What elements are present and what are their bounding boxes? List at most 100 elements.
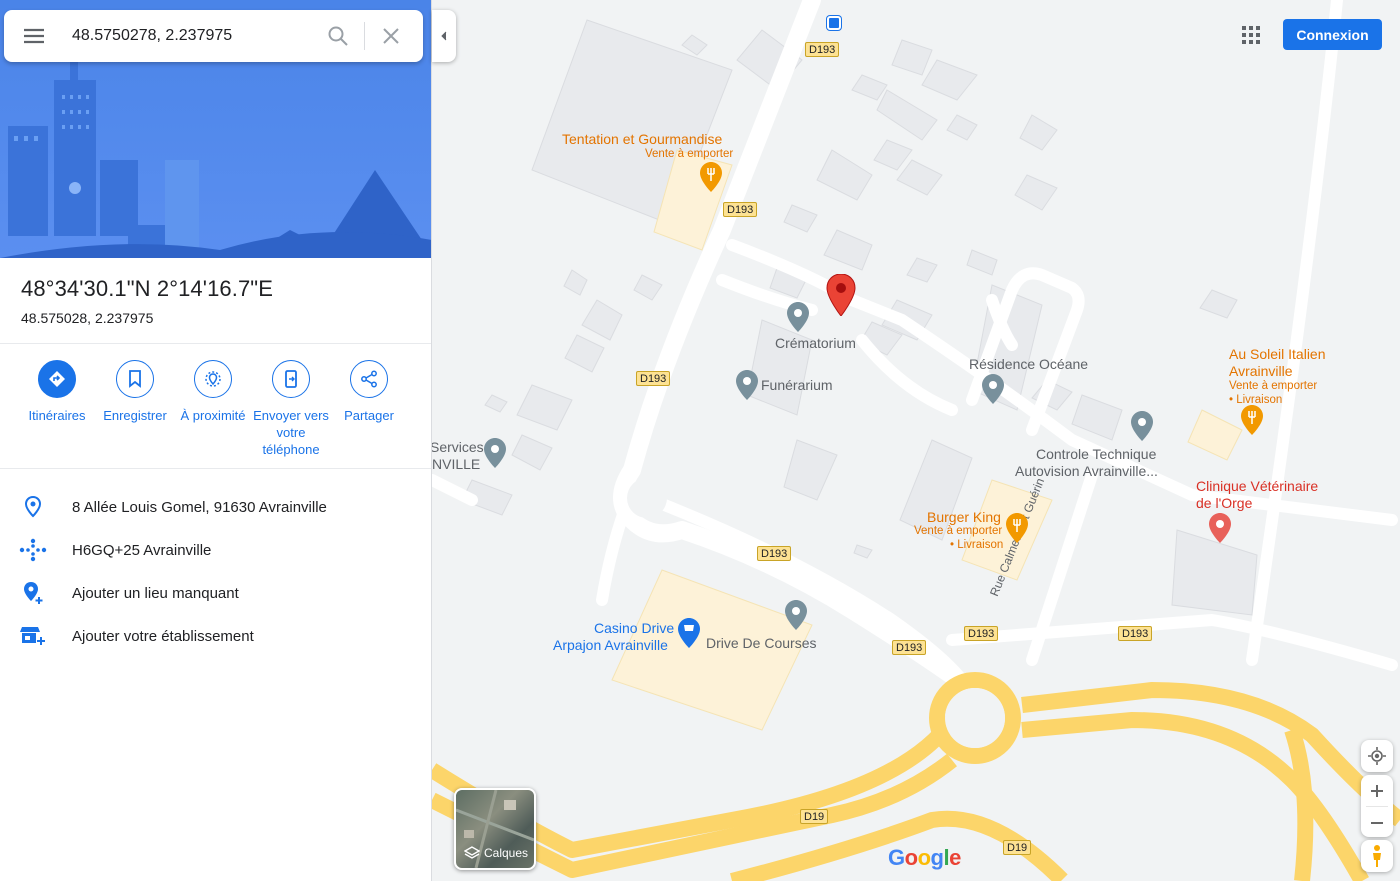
road-shield: D19 bbox=[800, 809, 829, 824]
poi-casino-label-2[interactable]: Arpajon Avrainville bbox=[553, 637, 668, 653]
road-shield: D193 bbox=[805, 42, 840, 57]
chevron-left-icon bbox=[441, 31, 447, 41]
maps-app: D193 D193 D193 D193 D193 D193 D193 D19 D… bbox=[0, 0, 1400, 881]
add-business-text: Ajouter votre établissement bbox=[72, 627, 254, 645]
divider bbox=[0, 343, 431, 344]
plus-code-text: H6GQ+25 Avrainville bbox=[72, 541, 212, 559]
zoom-control bbox=[1361, 775, 1393, 837]
zoom-out-button[interactable] bbox=[1361, 807, 1393, 838]
bus-stop-icon[interactable] bbox=[827, 16, 841, 30]
add-business-icon bbox=[20, 627, 45, 645]
restaurant-pin-icon[interactable] bbox=[1006, 513, 1028, 543]
send-to-phone-label: Envoyer vers votre téléphone bbox=[253, 408, 329, 457]
pegman-icon bbox=[1373, 845, 1381, 867]
poi-pin-icon[interactable] bbox=[787, 302, 809, 332]
plus-icon bbox=[1371, 784, 1383, 797]
shopping-pin-icon[interactable] bbox=[678, 618, 700, 648]
nearby-button[interactable]: À proximité bbox=[174, 360, 252, 458]
collapse-panel-button[interactable] bbox=[432, 10, 456, 62]
search-icon bbox=[328, 26, 348, 46]
poi-soleil-label-2[interactable]: Avrainville bbox=[1229, 363, 1293, 379]
poi-pin-icon[interactable] bbox=[736, 370, 758, 400]
search-button[interactable] bbox=[312, 10, 364, 62]
road-shield: D193 bbox=[892, 640, 927, 655]
apps-grid-icon[interactable] bbox=[1237, 21, 1265, 49]
restaurant-pin-icon[interactable] bbox=[1241, 405, 1263, 435]
road-shield: D193 bbox=[636, 371, 671, 386]
add-missing-place-row[interactable]: Ajouter un lieu manquant bbox=[0, 573, 431, 613]
layers-label: Calques bbox=[484, 846, 529, 860]
poi-services-label-2[interactable]: NVILLE bbox=[432, 456, 480, 472]
road-shield: D193 bbox=[757, 546, 792, 561]
menu-button[interactable] bbox=[4, 10, 64, 62]
add-location-icon bbox=[24, 582, 43, 604]
road-shield: D19 bbox=[1003, 840, 1032, 855]
layers-icon bbox=[464, 846, 480, 859]
poi-pin-icon[interactable] bbox=[1131, 411, 1153, 441]
poi-clinique-label-2[interactable]: de l'Orge bbox=[1196, 495, 1252, 511]
poi-casino-label[interactable]: Casino Drive bbox=[594, 620, 674, 636]
poi-burger-sub: Vente à emporter bbox=[914, 525, 1003, 537]
nearby-label: À proximité bbox=[180, 408, 246, 423]
google-logo: Google bbox=[888, 845, 961, 870]
add-business-row[interactable]: Ajouter votre établissement bbox=[0, 616, 431, 656]
poi-clinique-label[interactable]: Clinique Vétérinaire bbox=[1196, 478, 1318, 494]
close-icon bbox=[383, 28, 399, 44]
poi-residence-label[interactable]: Résidence Océane bbox=[969, 356, 1088, 372]
poi-soleil-sub: Vente à emporter bbox=[1229, 380, 1318, 392]
poi-crematorium-label[interactable]: Crématorium bbox=[775, 335, 856, 351]
minus-icon bbox=[1371, 821, 1383, 824]
poi-soleil-label[interactable]: Au Soleil Italien bbox=[1229, 346, 1326, 362]
poi-controle-label[interactable]: Controle Technique bbox=[1036, 446, 1156, 462]
poi-burger-sub-2: • Livraison bbox=[950, 539, 1004, 551]
poi-pin-icon[interactable] bbox=[785, 600, 807, 630]
share-icon bbox=[350, 360, 388, 398]
nearby-icon bbox=[194, 360, 232, 398]
address-text: 8 Allée Louis Gomel, 91630 Avrainville bbox=[72, 498, 327, 516]
poi-drive-label[interactable]: Drive De Courses bbox=[706, 635, 816, 651]
poi-controle-label-2[interactable]: Autovision Avrainville... bbox=[1015, 463, 1158, 479]
poi-tentation-label[interactable]: Tentation et Gourmandise bbox=[562, 131, 722, 147]
my-location-icon bbox=[1368, 747, 1386, 765]
save-button[interactable]: Enregistrer bbox=[96, 360, 174, 458]
restaurant-pin-icon[interactable] bbox=[700, 162, 722, 192]
place-header: 48°34'30.1"N 2°14'16.7"E 48.575028, 2.23… bbox=[21, 276, 273, 326]
action-bar: Itinéraires Enregistrer À proximité Envo… bbox=[18, 360, 418, 458]
hamburger-menu-icon bbox=[24, 28, 44, 44]
poi-services-label[interactable]: Services bbox=[432, 439, 484, 455]
search-box bbox=[4, 10, 423, 62]
road-shield: D193 bbox=[723, 202, 758, 217]
road-shield: D193 bbox=[964, 626, 999, 641]
location-marker-icon[interactable] bbox=[826, 274, 856, 316]
my-location-button[interactable] bbox=[1361, 740, 1393, 772]
directions-button[interactable]: Itinéraires bbox=[18, 360, 96, 458]
plus-code-icon bbox=[19, 538, 47, 562]
poi-pin-icon[interactable] bbox=[484, 438, 506, 468]
bookmark-icon bbox=[116, 360, 154, 398]
sign-in-button[interactable]: Connexion bbox=[1283, 19, 1382, 50]
place-subtitle: 48.575028, 2.237975 bbox=[21, 310, 154, 326]
plus-code-row[interactable]: H6GQ+25 Avrainville bbox=[0, 530, 431, 570]
share-button[interactable]: Partager bbox=[330, 360, 408, 458]
divider bbox=[0, 468, 431, 469]
poi-pin-icon[interactable] bbox=[982, 374, 1004, 404]
share-label: Partager bbox=[344, 408, 394, 423]
directions-label: Itinéraires bbox=[28, 408, 86, 423]
zoom-in-button[interactable] bbox=[1361, 775, 1393, 806]
map-canvas[interactable]: D193 D193 D193 D193 D193 D193 D193 D19 D… bbox=[432, 0, 1400, 881]
poi-funerarium-label[interactable]: Funérarium bbox=[761, 377, 833, 393]
layers-button[interactable]: Calques bbox=[454, 788, 536, 870]
side-panel: 48°34'30.1"N 2°14'16.7"E 48.575028, 2.23… bbox=[0, 0, 432, 881]
address-row[interactable]: 8 Allée Louis Gomel, 91630 Avrainville bbox=[0, 487, 431, 527]
poi-tentation-sub: Vente à emporter bbox=[645, 148, 734, 160]
save-label: Enregistrer bbox=[103, 408, 167, 423]
poi-burger-label[interactable]: Burger King bbox=[927, 509, 1001, 525]
send-to-phone-button[interactable]: Envoyer vers votre téléphone bbox=[252, 360, 330, 458]
vet-pin-icon[interactable] bbox=[1209, 513, 1231, 543]
clear-search-button[interactable] bbox=[365, 10, 417, 62]
phone-icon bbox=[272, 360, 310, 398]
add-missing-place-text: Ajouter un lieu manquant bbox=[72, 584, 239, 602]
directions-icon bbox=[38, 360, 76, 398]
street-view-button[interactable] bbox=[1361, 840, 1393, 872]
search-input[interactable] bbox=[72, 16, 312, 56]
